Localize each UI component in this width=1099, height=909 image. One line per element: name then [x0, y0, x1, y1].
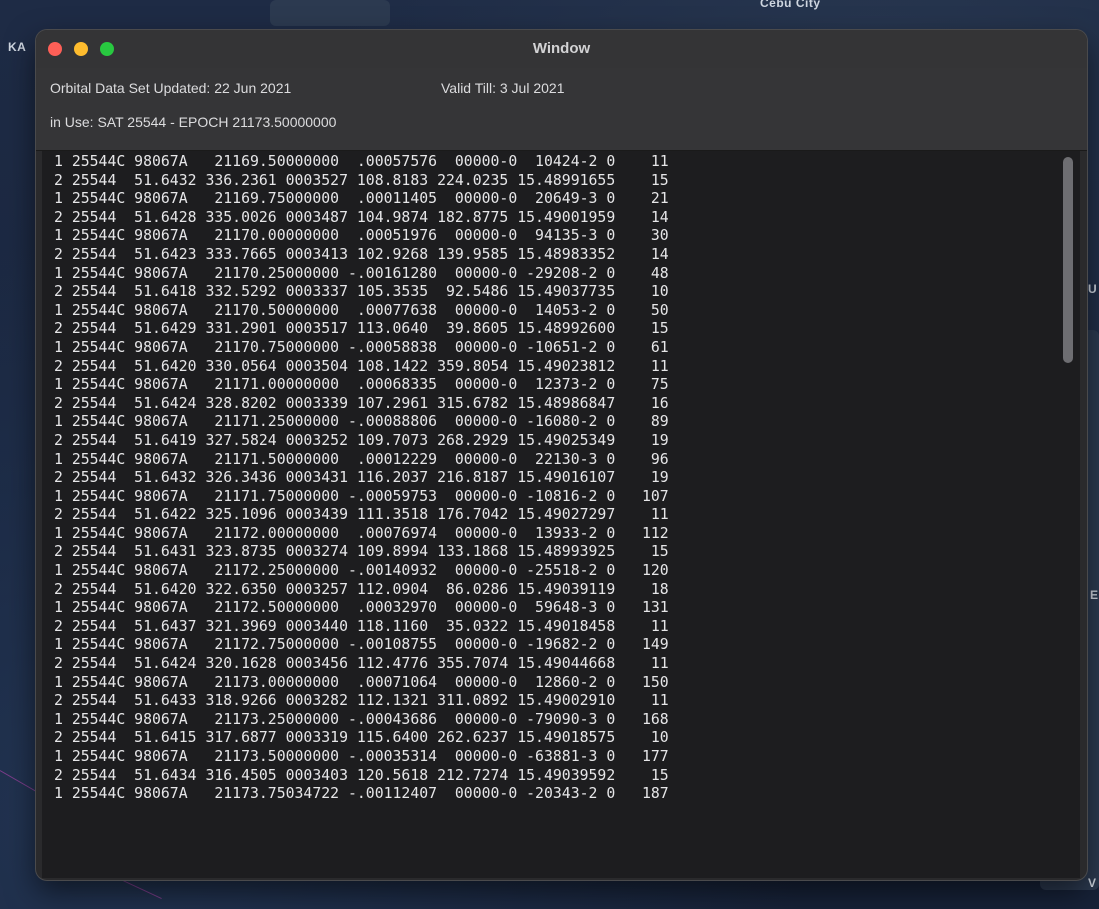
orbital-updated-label: Orbital Data Set Updated: 22 Jun 2021: [50, 80, 292, 96]
tle-line: 2 25544 51.6429 331.2901 0003517 113.064…: [54, 320, 669, 338]
tle-line: 1 25544C 98067A 21170.75000000 -.0005883…: [54, 338, 669, 356]
window-title: Window: [532, 40, 591, 57]
tle-line: 2 25544 51.6419 327.5824 0003252 109.707…: [54, 431, 669, 449]
tle-line: 2 25544 51.6420 330.0564 0003504 108.142…: [54, 357, 669, 375]
tle-line: 1 25544C 98067A 21169.75000000 .00011405…: [54, 190, 669, 208]
tle-line: 2 25544 51.6420 322.6350 0003257 112.090…: [54, 580, 669, 598]
map-label-u: U: [1088, 282, 1098, 296]
tle-line: 1 25544C 98067A 21173.75034722 -.0011240…: [54, 785, 669, 803]
tle-line: 2 25544 51.6432 326.3436 0003431 116.203…: [54, 469, 669, 487]
tle-line: 2 25544 51.6424 328.8202 0003339 107.296…: [54, 394, 669, 412]
tle-line: 1 25544C 98067A 21172.25000000 -.0014093…: [54, 562, 669, 580]
tle-line: 2 25544 51.6437 321.3969 0003440 118.116…: [54, 617, 669, 635]
tle-line: 1 25544C 98067A 21170.25000000 -.0016128…: [54, 264, 669, 282]
info-panel: Orbital Data Set Updated: 22 Jun 2021 Va…: [36, 68, 1087, 150]
tle-line: 2 25544 51.6423 333.7665 0003413 102.926…: [54, 245, 669, 263]
tle-line: 1 25544C 98067A 21172.50000000 .00032970…: [54, 599, 669, 617]
tle-line: 2 25544 51.6431 323.8735 0003274 109.899…: [54, 543, 669, 561]
tle-line: 2 25544 51.6428 335.0026 0003487 104.987…: [54, 208, 669, 226]
map-label-city: Cebu City: [760, 0, 821, 10]
tle-line: 1 25544C 98067A 21173.25000000 -.0004368…: [54, 710, 669, 728]
tle-line: 1 25544C 98067A 21170.00000000 .00051976…: [54, 227, 669, 245]
tle-line: 1 25544C 98067A 21171.00000000 .00068335…: [54, 376, 669, 394]
tle-line: 1 25544C 98067A 21171.75000000 -.0005975…: [54, 487, 669, 505]
tle-line: 1 25544C 98067A 21170.50000000 .00077638…: [54, 301, 669, 319]
tle-line: 2 25544 51.6432 336.2361 0003527 108.818…: [54, 171, 669, 189]
map-landmass: [270, 0, 390, 26]
valid-till-label: Valid Till: 3 Jul 2021: [441, 80, 565, 96]
in-use-label: in Use: SAT 25544 - EPOCH 21173.50000000: [50, 114, 337, 130]
title-bar[interactable]: Window: [36, 30, 1087, 68]
map-label-ka: KA: [8, 40, 27, 54]
tle-line: 1 25544C 98067A 21172.75000000 -.0010875…: [54, 636, 669, 654]
tle-line: 2 25544 51.6415 317.6877 0003319 115.640…: [54, 729, 669, 747]
scrollbar-thumb[interactable]: [1063, 157, 1073, 363]
tle-line: 1 25544C 98067A 21171.25000000 -.0008880…: [54, 413, 669, 431]
tle-line: 2 25544 51.6424 320.1628 0003456 112.477…: [54, 655, 669, 673]
tle-line: 1 25544C 98067A 21173.50000000 -.0003531…: [54, 748, 669, 765]
map-label-e: E: [1090, 588, 1099, 602]
tle-line: 1 25544C 98067A 21169.50000000 .00057576…: [54, 153, 669, 170]
tle-line: 1 25544C 98067A 21173.00000000 .00071064…: [54, 673, 669, 691]
tle-line: 1 25544C 98067A 21172.00000000 .00076974…: [54, 524, 669, 542]
tle-line: 1 25544C 98067A 21171.50000000 .00012229…: [54, 450, 669, 468]
map-label-v: V: [1088, 876, 1097, 890]
tle-window: Window Orbital Data Set Updated: 22 Jun …: [36, 30, 1087, 880]
tle-text-view[interactable]: 1 25544C 98067A 21169.50000000 .00057576…: [42, 151, 1080, 878]
tle-lines: 1 25544C 98067A 21169.50000000 .00057576…: [54, 153, 669, 804]
tle-line: 2 25544 51.6422 325.1096 0003439 111.351…: [54, 506, 669, 524]
tle-line: 2 25544 51.6433 318.9266 0003282 112.132…: [54, 692, 669, 710]
vertical-scrollbar[interactable]: [1062, 157, 1074, 872]
tle-line: 2 25544 51.6418 332.5292 0003337 105.353…: [54, 283, 669, 301]
tle-line: 2 25544 51.6434 316.4505 0003403 120.561…: [54, 766, 669, 784]
